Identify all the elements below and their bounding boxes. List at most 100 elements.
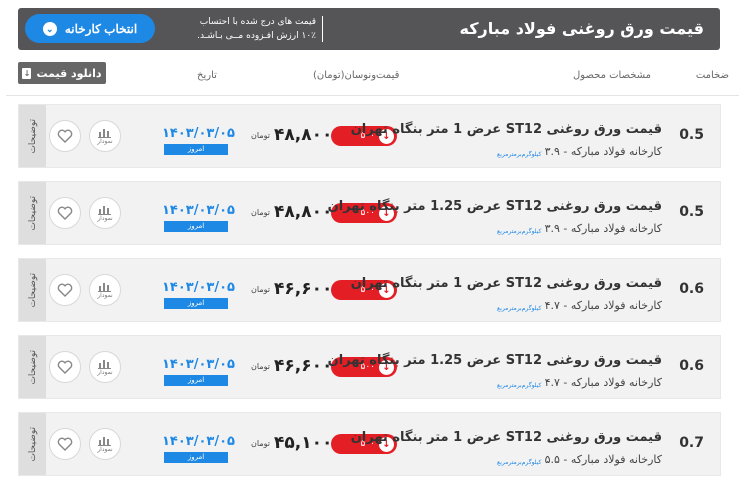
weight-unit: کیلوگرم‌بر‌مترمربع [497, 459, 542, 466]
page-title: قیمت ورق روغنی فولاد مبارکه [459, 19, 704, 38]
bar-chart-icon [98, 359, 111, 369]
header-divider [322, 16, 323, 42]
bar-chart-icon [98, 128, 111, 138]
column-date: تاریخ [197, 70, 217, 81]
chart-button[interactable]: نمودار [89, 428, 121, 460]
price-date: ۱۴۰۳/۰۳/۰۵ [162, 203, 235, 218]
product-factory: کارخانه فولاد مبارکه - ۴.۷ [544, 299, 662, 312]
favorite-button[interactable] [49, 351, 81, 383]
weight-unit: کیلوگرم‌بر‌مترمربع [497, 305, 542, 312]
details-label: توضیحات [27, 272, 38, 308]
details-label: توضیحات [27, 118, 38, 154]
details-label: توضیحات [27, 426, 38, 462]
factory-name: کارخانه فولاد مبارکه [570, 222, 662, 235]
price-list: توضیحات نمودار ۱۴۰۳/۰۳/۰۵ امروز تومان ۴۸… [18, 104, 721, 489]
today-badge: امروز [164, 221, 228, 232]
chevron-down-icon: ⌄ [42, 21, 57, 36]
price-value: ۴۸,۸۰۰ [274, 125, 333, 145]
page-header: قیمت ورق روغنی فولاد مبارکه قیمت های درج… [18, 8, 720, 50]
product-weight: ۳.۹ [544, 222, 560, 235]
price-date: ۱۴۰۳/۰۳/۰۵ [162, 434, 235, 449]
product-weight: ۵.۵ [544, 453, 560, 466]
price-unit: تومان [251, 131, 270, 140]
favorite-button[interactable] [49, 197, 81, 229]
price-value: ۴۶,۶۰۰ [274, 356, 333, 376]
today-badge: امروز [164, 298, 228, 309]
download-icon: ↓ [22, 67, 32, 79]
chart-label: نمودار [97, 214, 113, 222]
bar-chart-icon [98, 205, 111, 215]
chart-label: نمودار [97, 368, 113, 376]
download-price-button[interactable]: دانلود قیمت ↓ [18, 62, 106, 84]
price-row: توضیحات نمودار ۱۴۰۳/۰۳/۰۵ امروز تومان ۴۸… [18, 104, 721, 168]
price-value: ۴۵,۱۰۰ [274, 433, 333, 453]
price-date: ۱۴۰۳/۰۳/۰۵ [162, 357, 235, 372]
factory-name: کارخانه فولاد مبارکه [570, 299, 662, 312]
price-unit: تومان [251, 362, 270, 371]
price-value: ۴۶,۶۰۰ [274, 279, 333, 299]
chart-button[interactable]: نمودار [89, 351, 121, 383]
product-weight: ۴.۷ [544, 299, 560, 312]
select-factory-label: انتخاب کارخانه [64, 21, 138, 36]
factory-name: کارخانه فولاد مبارکه [570, 453, 662, 466]
thickness-value: 0.7 [679, 435, 704, 451]
product-name[interactable]: قیمت ورق روغنی ST12 عرض 1 متر بنگاه تهرا… [351, 276, 662, 291]
price-row: توضیحات نمودار ۱۴۰۳/۰۳/۰۵ امروز تومان ۴۶… [18, 258, 721, 322]
column-thickness: ضخامت [695, 70, 729, 81]
details-tab[interactable]: توضیحات [19, 336, 46, 398]
favorite-button[interactable] [49, 120, 81, 152]
chart-button[interactable]: نمودار [89, 274, 121, 306]
details-label: توضیحات [27, 195, 38, 231]
price-value: ۴۸,۸۰۰ [274, 202, 333, 222]
price-unit: تومان [251, 285, 270, 294]
details-tab[interactable]: توضیحات [19, 413, 46, 475]
chart-button[interactable]: نمودار [89, 197, 121, 229]
details-tab[interactable]: توضیحات [19, 105, 46, 167]
chart-label: نمودار [97, 445, 113, 453]
heart-icon [57, 437, 73, 451]
header-divider-line [6, 95, 739, 96]
today-badge: امروز [164, 375, 228, 386]
product-name[interactable]: قیمت ورق روغنی ST12 عرض 1.25 متر بنگاه ت… [328, 199, 662, 214]
factory-name: کارخانه فولاد مبارکه [570, 145, 662, 158]
product-factory: کارخانه فولاد مبارکه - ۵.۵ [544, 453, 662, 466]
price-row: توضیحات نمودار ۱۴۰۳/۰۳/۰۵ امروز تومان ۴۶… [18, 335, 721, 399]
price-unit: تومان [251, 208, 270, 217]
price-row: توضیحات نمودار ۱۴۰۳/۰۳/۰۵ امروز تومان ۴۸… [18, 181, 721, 245]
weight-unit: کیلوگرم‌بر‌مترمربع [497, 151, 542, 158]
vat-note-line2: ۱۰٪ ارزش افـزوده مــی بـاشـد. [197, 31, 316, 41]
vat-note-line1: قیمت های درج شده با احتساب [199, 17, 316, 27]
price-date: ۱۴۰۳/۰۳/۰۵ [162, 280, 235, 295]
thickness-value: 0.6 [679, 281, 704, 297]
details-tab[interactable]: توضیحات [19, 182, 46, 244]
heart-icon [57, 360, 73, 374]
thickness-value: 0.6 [679, 358, 704, 374]
details-tab[interactable]: توضیحات [19, 259, 46, 321]
chart-label: نمودار [97, 291, 113, 299]
bar-chart-icon [98, 282, 111, 292]
price-date: ۱۴۰۳/۰۳/۰۵ [162, 126, 235, 141]
vat-note: قیمت های درج شده با احتساب ۱۰٪ ارزش افـز… [176, 15, 316, 43]
favorite-button[interactable] [49, 274, 81, 306]
price-row: توضیحات نمودار ۱۴۰۳/۰۳/۰۵ امروز تومان ۴۵… [18, 412, 721, 476]
today-badge: امروز [164, 452, 228, 463]
thickness-value: 0.5 [679, 127, 704, 143]
favorite-button[interactable] [49, 428, 81, 460]
download-label: دانلود قیمت [36, 66, 102, 80]
today-badge: امروز [164, 144, 228, 155]
product-name[interactable]: قیمت ورق روغنی ST12 عرض 1.25 متر بنگاه ت… [328, 353, 662, 368]
select-factory-button[interactable]: انتخاب کارخانه ⌄ [25, 14, 155, 43]
details-label: توضیحات [27, 349, 38, 385]
chart-label: نمودار [97, 137, 113, 145]
thickness-value: 0.5 [679, 204, 704, 220]
chart-button[interactable]: نمودار [89, 120, 121, 152]
column-specs: مشخصات محصول [573, 70, 651, 81]
product-weight: ۳.۹ [544, 145, 560, 158]
weight-unit: کیلوگرم‌بر‌مترمربع [497, 382, 542, 389]
heart-icon [57, 206, 73, 220]
column-price: قیمت‌ونوسان(تومان) [313, 70, 400, 81]
product-name[interactable]: قیمت ورق روغنی ST12 عرض 1 متر بنگاه تهرا… [351, 430, 662, 445]
product-name[interactable]: قیمت ورق روغنی ST12 عرض 1 متر بنگاه تهرا… [351, 122, 662, 137]
bar-chart-icon [98, 436, 111, 446]
heart-icon [57, 129, 73, 143]
